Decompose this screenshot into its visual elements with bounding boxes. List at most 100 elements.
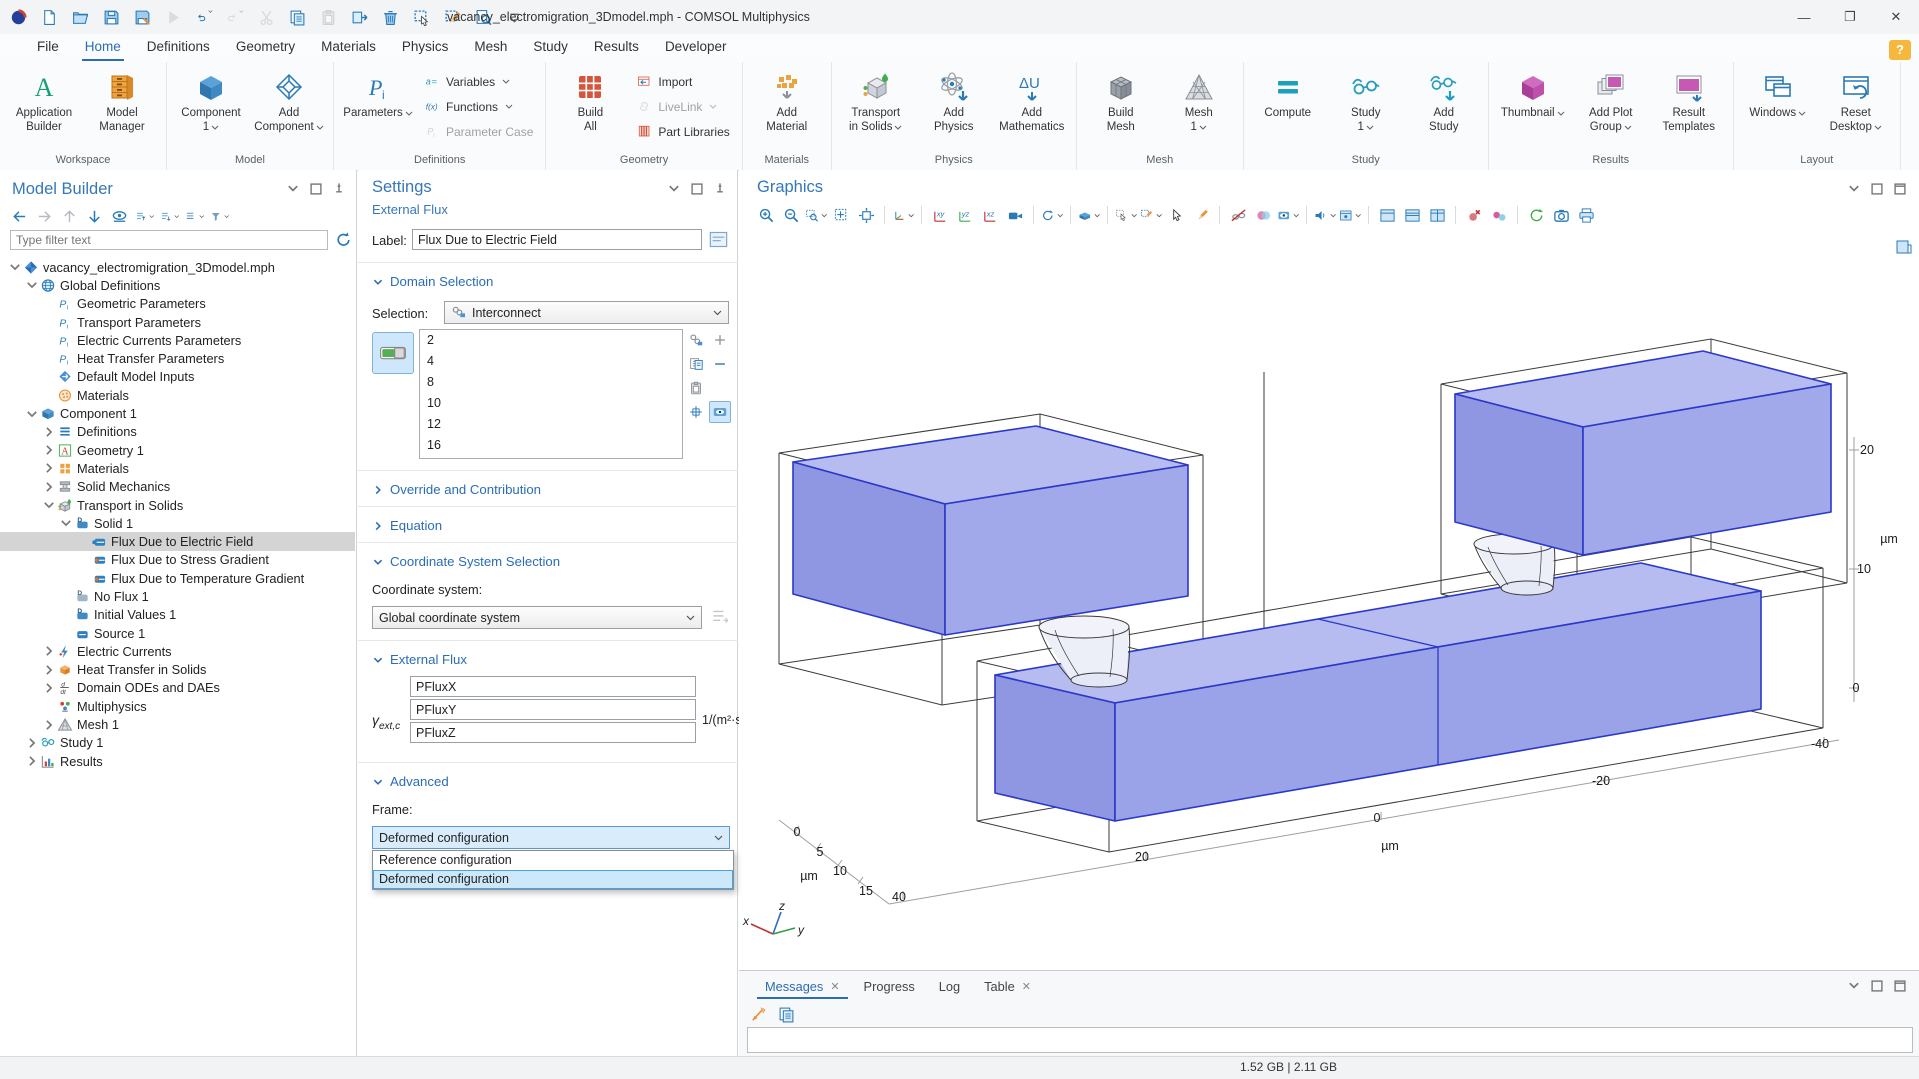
add-button[interactable] [709,329,731,351]
menu-tab-definitions[interactable]: Definitions [134,34,223,62]
run-button[interactable] [165,9,182,26]
menu-tab-results[interactable]: Results [581,34,652,62]
tree-item-geometric-parameters[interactable]: PiGeometric Parameters [0,295,355,313]
parameter-case-button[interactable]: PiParameter Case [418,119,539,144]
tree-item-heat-transfer-in-solids[interactable]: Heat Transfer in Solids [0,661,355,679]
float-panel-icon[interactable] [690,182,704,196]
rotate-button[interactable] [1041,204,1063,226]
annotation-pointer-button[interactable] [747,1003,769,1025]
livelink-button[interactable]: LiveLink [630,94,735,119]
build-mesh-button[interactable]: BuildMesh [1083,66,1159,137]
section-advanced[interactable]: Advanced [372,774,449,789]
dock-window-button[interactable] [1376,204,1398,226]
zoom-in-button[interactable] [755,204,777,226]
domain-list-item[interactable]: 8 [420,372,682,393]
print-button[interactable] [1575,204,1597,226]
maximize-panel-icon[interactable] [1893,979,1907,993]
domain-list-item[interactable]: 16 [420,435,682,456]
expand-all-button[interactable] [135,207,154,225]
menu-tab-file[interactable]: File [24,34,72,62]
visibility-button[interactable] [1277,204,1299,226]
save-button[interactable] [103,9,120,26]
domain-list-item[interactable]: 2 [420,330,682,351]
add-material-button[interactable]: AddMaterial [749,66,825,137]
frame-option-reference-configuration[interactable]: Reference configuration [373,851,733,870]
copy-button[interactable] [289,9,306,26]
float-panel-icon[interactable] [309,182,323,196]
close-button[interactable]: ✕ [1873,0,1919,34]
add-plot-group-button[interactable]: Add PlotGroup [1573,66,1649,137]
minimize-button[interactable]: — [1781,0,1827,34]
maximize-panel-icon[interactable] [1893,182,1907,196]
thumbnail-button[interactable]: Thumbnail [1495,66,1571,123]
reset-desktop-button[interactable]: ResetDesktop [1818,66,1894,137]
image-snapshot-button[interactable] [1550,204,1572,226]
move-up-button[interactable] [60,207,79,225]
flux-field-pfluxx[interactable] [410,676,696,697]
section-override[interactable]: Override and Contribution [372,482,541,497]
section-domain-selection[interactable]: Domain Selection [372,274,493,289]
label-input[interactable] [412,229,702,250]
split-vertical-button[interactable] [1426,204,1448,226]
frame-combobox[interactable]: Deformed configuration [372,826,730,849]
menu-tab-developer[interactable]: Developer [652,34,740,62]
forward-button[interactable] [35,207,54,225]
menu-tab-study[interactable]: Study [520,34,581,62]
collapsed-panel-tab-icon[interactable] [1895,238,1913,256]
tree-item-materials[interactable]: Materials [0,459,355,477]
chevron-expanded-icon[interactable] [59,516,73,530]
clear-selection-button[interactable] [709,377,731,399]
select-region-button[interactable] [413,9,430,26]
windows-button[interactable]: Windows [1740,66,1816,123]
graphics-canvas[interactable]: 20µm100-40-200µm2040051015µm z x y [739,232,1919,970]
chevron-collapsed-icon[interactable] [42,443,56,457]
show-name-icon[interactable] [708,229,729,250]
copy-to-clipboard-button[interactable] [775,1003,797,1025]
compute-button[interactable]: Compute [1250,66,1326,123]
section-coordinate-system[interactable]: Coordinate System Selection [372,554,560,569]
paste-selection-button[interactable] [685,377,707,399]
back-button[interactable] [10,207,29,225]
panel-menu-icon[interactable] [667,182,681,196]
show-selection-button[interactable] [709,401,731,423]
tree-item-transport-in-solids[interactable]: Transport in Solids [0,496,355,514]
domain-list-item[interactable]: 12 [420,414,682,435]
tree-item-vacancy-electromigration-3dmodel-mph[interactable]: vacancy_electromigration_3Dmodel.mph [0,258,355,276]
tree-item-electric-currents-parameters[interactable]: PiElectric Currents Parameters [0,331,355,349]
chevron-expanded-icon[interactable] [42,498,56,512]
add-component-button[interactable]: AddComponent [251,66,327,137]
domain-list-item[interactable]: 4 [420,351,682,372]
tree-item-transport-parameters[interactable]: PiTransport Parameters [0,313,355,331]
part-libraries-button[interactable]: Part Libraries [630,119,735,144]
frame-option-deformed-configuration[interactable]: Deformed configuration [373,870,733,889]
tree-item-component-1[interactable]: Component 1 [0,404,355,422]
update-scene-button[interactable] [1525,204,1547,226]
tree-item-no-flux-1[interactable]: DNo Flux 1 [0,587,355,605]
menu-tab-geometry[interactable]: Geometry [223,34,308,62]
hide-objects-button[interactable] [1227,204,1249,226]
tree-filter-input[interactable] [10,230,328,250]
section-external-flux[interactable]: External Flux [372,652,467,667]
move-down-button[interactable] [85,207,104,225]
chevron-expanded-icon[interactable] [25,278,39,292]
open-file-button[interactable] [72,9,89,26]
save-as-button[interactable] [134,9,151,26]
active-toggle-button[interactable] [372,332,414,374]
tab-messages[interactable]: Messages✕ [755,973,850,999]
tree-item-definitions[interactable]: Definitions [0,423,355,441]
menu-tab-home[interactable]: Home [72,34,134,62]
selection-combobox[interactable]: Interconnect [444,301,729,324]
tree-item-global-definitions[interactable]: Global Definitions [0,276,355,294]
tree-item-flux-due-to-temperature-gradient[interactable]: Flux Due to Temperature Gradient [0,569,355,587]
pin-panel-icon[interactable] [332,182,346,196]
component-1-button[interactable]: Component1 [173,66,249,137]
zoom-box-button[interactable] [805,204,827,226]
help-button[interactable]: ? [1889,40,1911,60]
tab-progress[interactable]: Progress [854,973,925,999]
chevron-collapsed-icon[interactable] [42,480,56,494]
cut-button[interactable] [258,9,275,26]
chevron-expanded-icon[interactable] [8,260,22,274]
panel-menu-icon[interactable] [286,182,300,196]
scene-camera-button[interactable] [1004,204,1026,226]
select-box-button[interactable] [1115,204,1137,226]
